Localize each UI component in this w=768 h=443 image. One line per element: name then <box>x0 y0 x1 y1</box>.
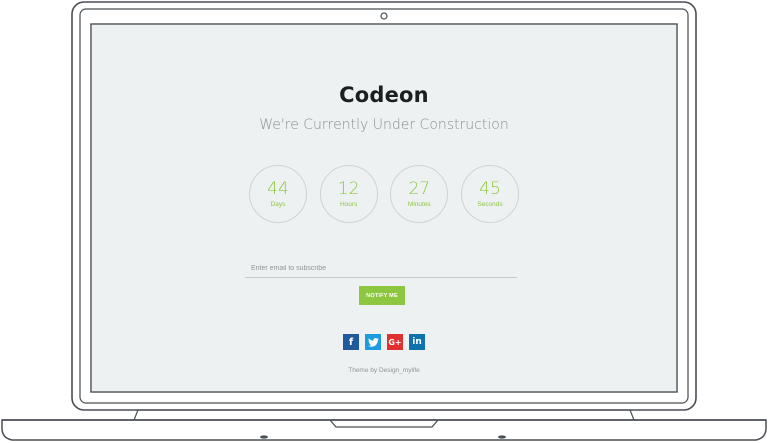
twitter-bird-icon <box>367 337 379 347</box>
countdown-timer: 44 Days 12 Hours 27 Minutes 45 Seconds <box>249 165 519 227</box>
laptop-mockup: Codeon We're Currently Under Constructio… <box>0 0 768 443</box>
social-links: f G+ in <box>343 334 425 350</box>
countdown-unit: Minutes <box>407 201 431 208</box>
countdown-value: 27 <box>408 179 431 199</box>
linkedin-icon[interactable]: in <box>409 334 425 350</box>
footer-credit: Theme by Design_mylife <box>348 367 420 374</box>
google-plus-glyph: G+ <box>388 337 402 347</box>
twitter-icon[interactable] <box>365 334 381 350</box>
brand-title: Codeon <box>339 83 429 107</box>
google-plus-icon[interactable]: G+ <box>387 334 403 350</box>
countdown-hours: 12 Hours <box>319 165 378 223</box>
countdown-minutes: 27 Minutes <box>390 165 449 223</box>
facebook-glyph: f <box>348 336 354 348</box>
countdown-unit: Seconds <box>477 201 503 208</box>
facebook-icon[interactable]: f <box>343 334 359 350</box>
countdown-value: 45 <box>479 179 501 199</box>
page-subtitle: We're Currently Under Construction <box>259 117 509 133</box>
countdown-seconds: 45 Seconds <box>460 165 519 223</box>
email-subscribe-input[interactable] <box>245 260 517 278</box>
countdown-value: 44 <box>267 179 289 199</box>
countdown-unit: Hours <box>339 201 358 208</box>
countdown-value: 12 <box>337 179 360 199</box>
countdown-days: 44 Days <box>249 165 307 223</box>
screen: Codeon We're Currently Under Constructio… <box>92 25 676 391</box>
linkedin-glyph: in <box>412 337 422 347</box>
countdown-unit: Days <box>270 201 286 208</box>
notify-me-button[interactable]: NOTIFY ME <box>359 286 405 305</box>
